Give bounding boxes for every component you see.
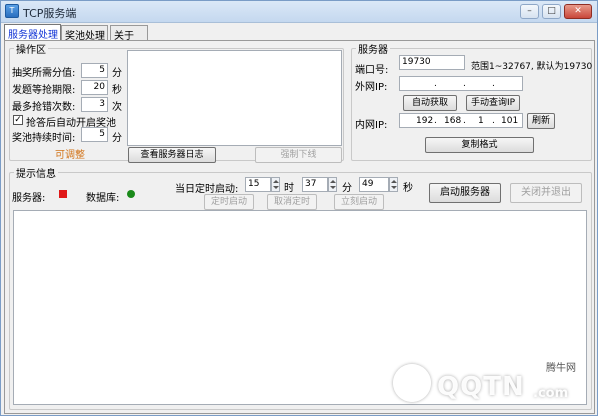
close-icon[interactable]: ✕: [564, 4, 592, 19]
buzzer-unit: 秒: [112, 85, 122, 96]
second-unit: 秒: [403, 183, 413, 194]
close-exit-button[interactable]: 关闭并退出: [510, 183, 582, 203]
min-score-unit: 分: [112, 68, 122, 79]
timed-start-button[interactable]: 定时启动: [204, 194, 254, 210]
ip-separator: .: [463, 116, 466, 126]
max-wrong-label: 最多抢错次数:: [12, 102, 76, 113]
auto-get-ip-button[interactable]: 自动获取: [403, 95, 457, 111]
tab-about[interactable]: 关于: [110, 25, 148, 42]
tab-server-processing[interactable]: 服务器处理: [4, 24, 61, 41]
hour-input[interactable]: 15: [245, 177, 271, 192]
ip-separator: .: [492, 116, 495, 126]
server-status-label: 服务器:: [12, 193, 46, 204]
cancel-timer-button[interactable]: 取消定时: [267, 194, 317, 210]
minute-input[interactable]: 37: [302, 177, 328, 192]
app-window: T TCP服务端 – □ ✕ 服务器处理 奖池处理 关于 操作区 抽奖所需分值:…: [0, 0, 598, 416]
tab-panel: 操作区 抽奖所需分值: 5 分 发题等抢期限: 20 秒 最多抢错次数: 3 次…: [4, 40, 595, 414]
server-status-indicator: [59, 190, 67, 198]
port-label: 端口号:: [355, 65, 389, 76]
min-score-label: 抽奖所需分值:: [12, 68, 76, 79]
watermark-badge: 腾牛网: [546, 363, 576, 374]
max-wrong-input[interactable]: 3: [81, 97, 108, 112]
second-input[interactable]: 49: [359, 177, 389, 192]
hour-spinner[interactable]: [271, 177, 280, 192]
view-log-button[interactable]: 查看服务器日志: [128, 147, 216, 163]
duration-unit: 分: [112, 133, 122, 144]
minute-unit: 分: [342, 183, 352, 194]
watermark-logo: QQTN .com 腾牛网: [385, 356, 590, 412]
tab-prize-pool[interactable]: 奖池处理: [61, 25, 108, 42]
external-ip-input[interactable]: . . .: [399, 76, 523, 91]
port-input[interactable]: 19730: [399, 55, 465, 70]
ip-separator: .: [492, 79, 495, 89]
watermark-domain: .com: [533, 386, 569, 401]
copy-format-button[interactable]: 复制格式: [425, 137, 534, 153]
duration-label: 奖池持续时间:: [12, 133, 76, 144]
start-server-button[interactable]: 启动服务器: [429, 183, 501, 203]
auto-open-checkbox[interactable]: ✓: [13, 115, 23, 125]
ip-separator: .: [463, 79, 466, 89]
title-bar[interactable]: T TCP服务端 – □ ✕: [1, 1, 597, 23]
internal-ip-label: 内网IP:: [355, 120, 388, 131]
duration-input[interactable]: 5: [81, 127, 108, 142]
internal-ip-input[interactable]: 192 . 168 . 1 . 101: [399, 113, 523, 128]
adjustable-label: 可调整: [55, 150, 85, 161]
second-spinner[interactable]: [389, 177, 398, 192]
database-status-label: 数据库:: [86, 193, 120, 204]
server-legend: 服务器: [358, 45, 388, 56]
watermark-brand: QQTN: [437, 372, 525, 402]
maximize-icon[interactable]: □: [542, 4, 561, 19]
buzzer-input[interactable]: 20: [81, 80, 108, 95]
operation-legend: 操作区: [16, 45, 46, 56]
buzzer-label: 发题等抢期限:: [12, 85, 76, 96]
ip-octet-4: 101: [501, 116, 519, 126]
port-hint: 范围1~32767, 默认为19730: [471, 62, 593, 72]
external-ip-label: 外网IP:: [355, 82, 388, 93]
window-title: TCP服务端: [23, 7, 77, 20]
minute-spinner[interactable]: [328, 177, 337, 192]
info-legend: 提示信息: [16, 169, 56, 180]
database-status-indicator: [127, 190, 135, 198]
max-wrong-unit: 次: [112, 102, 122, 113]
refresh-ip-button[interactable]: 刷新: [527, 113, 555, 129]
force-offline-button[interactable]: 强制下线: [255, 147, 342, 163]
min-score-input[interactable]: 5: [81, 63, 108, 78]
watermark-emblem-icon: [393, 364, 431, 402]
minimize-icon[interactable]: –: [520, 4, 539, 19]
ip-octet-3: 1: [478, 116, 484, 126]
ip-octet-1: 192: [416, 116, 434, 126]
start-now-button[interactable]: 立刻启动: [334, 194, 384, 210]
client-list-box[interactable]: [127, 50, 342, 146]
ip-separator: .: [434, 79, 437, 89]
ip-octet-2: 168: [444, 116, 462, 126]
manual-query-ip-button[interactable]: 手动查询IP: [466, 95, 520, 111]
timer-label: 当日定时启动:: [175, 184, 239, 195]
ip-separator: .: [434, 116, 437, 126]
app-logo-icon: T: [5, 4, 19, 18]
hour-unit: 时: [284, 183, 294, 194]
